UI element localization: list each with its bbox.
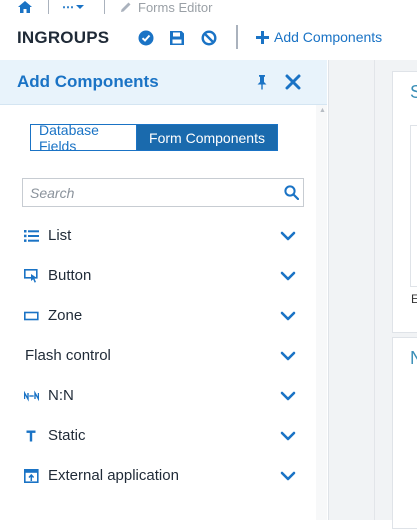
component-label: N:N — [48, 387, 74, 404]
close-icon[interactable] — [285, 74, 301, 90]
breadcrumb-current: Forms Editor — [120, 0, 213, 15]
breadcrumb-current-label: Forms Editor — [138, 0, 213, 15]
zone-rectangle-icon — [24, 311, 39, 321]
chevron-down-icon[interactable] — [280, 270, 296, 282]
plus-icon — [256, 30, 269, 44]
component-item-flash-control[interactable]: Flash control — [0, 336, 316, 376]
search-box — [22, 178, 304, 207]
panel-title: Add Components — [17, 72, 159, 91]
chevron-down-icon[interactable] — [280, 230, 296, 242]
breadcrumb-separator — [104, 0, 105, 14]
search-input[interactable] — [28, 183, 282, 202]
canvas-divider — [374, 60, 375, 520]
panel-header: Add Components — [0, 60, 327, 105]
home-icon[interactable] — [18, 1, 32, 13]
chevron-down-icon[interactable] — [280, 390, 296, 402]
component-item-n-n[interactable]: N:N — [0, 376, 316, 416]
tab-database-fields[interactable]: Database Fields — [30, 122, 136, 154]
search-icon[interactable] — [284, 185, 299, 200]
component-label: Zone — [48, 307, 83, 324]
chevron-down-icon[interactable] — [280, 350, 296, 362]
save-icon[interactable] — [169, 30, 185, 46]
tab-form-components[interactable]: Form Components — [136, 124, 278, 151]
section-title: N — [410, 348, 417, 368]
component-item-button[interactable]: Button — [0, 256, 316, 296]
cancel-icon[interactable] — [201, 30, 217, 46]
add-components-panel: Add Components ▲ Database Fields Form Co… — [0, 60, 329, 520]
panel-tabs: Database Fields Form Components — [30, 122, 278, 154]
n-n-relation-icon — [24, 390, 39, 402]
component-item-list[interactable]: List — [0, 216, 316, 256]
caret-down-icon — [76, 5, 84, 9]
list-icon — [24, 230, 39, 242]
section-title: S — [410, 82, 417, 102]
component-item-external-application[interactable]: External application — [0, 456, 316, 496]
page-title: INGROUPS — [17, 28, 110, 47]
more-label: ⋯ — [62, 0, 74, 14]
component-item-zone[interactable]: Zone — [0, 296, 316, 336]
chevron-down-icon[interactable] — [280, 470, 296, 482]
component-list: List Button Zone Flash control N:N Stati… — [0, 216, 316, 496]
pencil-icon — [121, 2, 131, 12]
add-components-label: Add Components — [274, 29, 383, 45]
component-item-static[interactable]: Static — [0, 416, 316, 456]
component-label: Button — [48, 267, 92, 284]
pin-icon[interactable] — [255, 74, 269, 90]
text-t-icon — [26, 430, 36, 442]
form-section-card: N — [392, 337, 417, 529]
component-label: Static — [48, 427, 86, 444]
check-circle-icon[interactable] — [138, 30, 154, 46]
breadcrumb-separator — [48, 0, 49, 14]
toolbar-divider — [236, 25, 238, 49]
chevron-down-icon[interactable] — [280, 430, 296, 442]
external-app-icon — [24, 469, 39, 483]
breadcrumb-more-menu[interactable]: ⋯ — [62, 0, 84, 14]
section-inner-box — [410, 125, 417, 287]
section-label: E — [411, 292, 417, 306]
button-cursor-icon — [24, 269, 38, 283]
chevron-down-icon[interactable] — [280, 310, 296, 322]
component-label: External application — [48, 467, 179, 484]
component-label: List — [48, 227, 72, 244]
top-bar: ⋯ Forms Editor INGROUPS Add Components — [0, 0, 417, 60]
component-label: Flash control — [25, 347, 111, 364]
scrollbar[interactable]: ▲ — [316, 105, 327, 520]
add-components-button[interactable]: Add Components — [256, 29, 382, 45]
scroll-up-arrow-icon[interactable]: ▲ — [319, 107, 326, 114]
